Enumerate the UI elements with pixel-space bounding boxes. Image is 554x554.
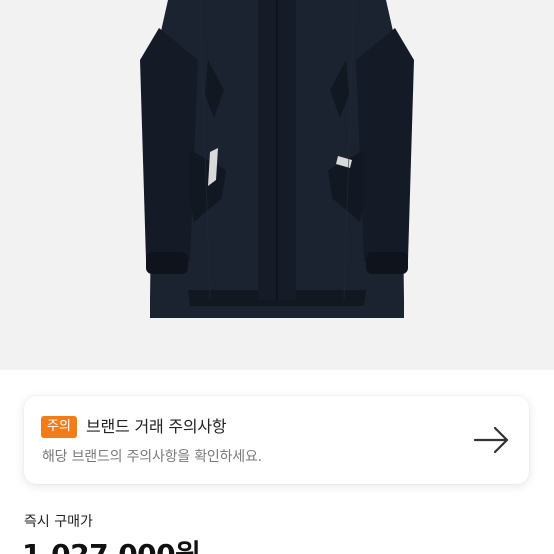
product-page: 주의 브랜드 거래 주의사항 해당 브랜드의 주의사항을 확인하세요. 즉시 구… [0, 0, 554, 554]
jacket-illustration [0, 0, 554, 370]
product-image[interactable] [0, 0, 554, 370]
arrow-right-icon[interactable] [473, 425, 511, 455]
brand-trade-notice-card[interactable]: 주의 브랜드 거래 주의사항 해당 브랜드의 주의사항을 확인하세요. [24, 396, 529, 484]
caution-badge: 주의 [41, 416, 77, 438]
instant-buy-price: 1,027,000원 [22, 538, 201, 554]
instant-buy-label: 즉시 구매가 [24, 514, 93, 530]
notice-subtitle: 해당 브랜드의 주의사항을 확인하세요. [42, 449, 262, 465]
notice-title: 브랜드 거래 주의사항 [86, 417, 227, 436]
